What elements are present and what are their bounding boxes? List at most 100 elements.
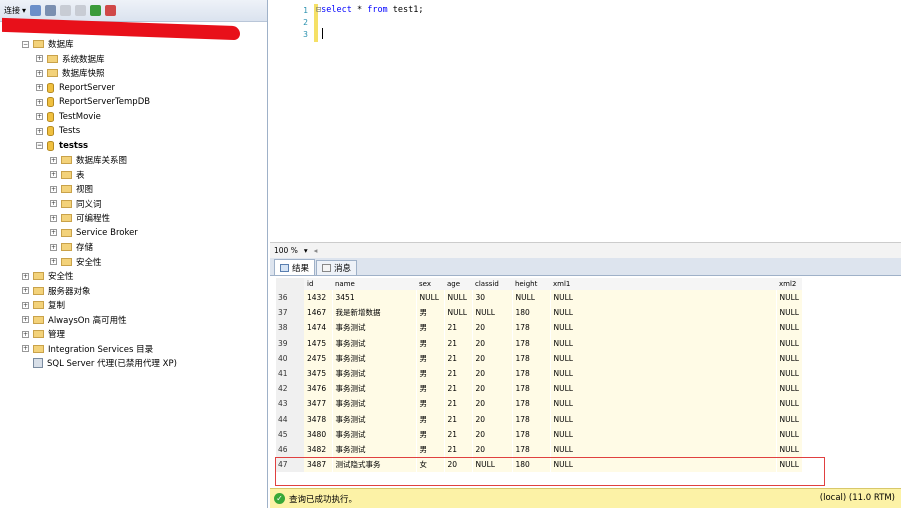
activity-monitor-icon[interactable]: [105, 5, 117, 16]
expand-icon[interactable]: +: [22, 345, 29, 353]
tree-item[interactable]: + ReportServerTempDB: [0, 95, 266, 110]
table-cell[interactable]: 21: [444, 426, 473, 442]
table-row[interactable]: 46 3482 事务测试男 21 20 178 NULL NULL: [276, 441, 803, 458]
table-cell[interactable]: 20: [472, 335, 513, 351]
table-cell[interactable]: 178: [512, 426, 551, 442]
table-cell[interactable]: 3476: [304, 381, 333, 397]
zoom-select[interactable]: 100 %: [274, 246, 298, 255]
expand-icon[interactable]: +: [50, 200, 57, 208]
table-cell[interactable]: 事务测试: [332, 365, 417, 382]
table-cell[interactable]: 3451: [332, 290, 417, 306]
expand-icon[interactable]: +: [22, 316, 29, 324]
tree-item[interactable]: + 系统数据库: [0, 52, 266, 67]
table-cell[interactable]: 事务测试: [332, 411, 417, 427]
column-header[interactable]: xml2: [776, 278, 802, 290]
table-cell[interactable]: NULL: [416, 290, 445, 306]
disconnect-icon[interactable]: [45, 5, 57, 16]
table-cell[interactable]: 20: [472, 320, 513, 336]
table-cell[interactable]: 3478: [304, 411, 333, 427]
table-cell[interactable]: NULL: [550, 396, 777, 412]
table-cell[interactable]: 事务测试: [332, 350, 417, 366]
tree-item[interactable]: + 服务器对象: [0, 284, 266, 299]
table-cell[interactable]: 21: [444, 365, 473, 382]
table-cell[interactable]: NULL: [550, 441, 777, 458]
table-cell[interactable]: NULL: [550, 290, 777, 306]
tree-item[interactable]: + TestMovie: [0, 110, 266, 125]
table-cell[interactable]: 3477: [304, 396, 333, 412]
chevron-down-icon[interactable]: ▾: [304, 246, 308, 255]
tree-item[interactable]: − testss: [0, 139, 266, 154]
expand-icon[interactable]: +: [22, 330, 29, 338]
tab-messages[interactable]: 消息: [316, 260, 358, 275]
table-cell[interactable]: NULL: [550, 381, 777, 397]
table-cell[interactable]: 男: [416, 441, 445, 458]
table-cell[interactable]: NULL: [472, 305, 513, 321]
tree-item[interactable]: + 数据库快照: [0, 66, 266, 81]
connect-button[interactable]: 连接 ▾: [4, 5, 26, 16]
table-cell[interactable]: 1474: [304, 320, 333, 336]
table-cell[interactable]: NULL: [776, 411, 803, 427]
table-cell[interactable]: 事务测试: [332, 396, 417, 412]
table-cell[interactable]: NULL: [776, 396, 803, 412]
table-cell[interactable]: NULL: [550, 320, 777, 336]
table-cell[interactable]: 男: [416, 305, 445, 321]
table-cell[interactable]: 20: [472, 350, 513, 366]
expand-icon[interactable]: +: [22, 301, 29, 309]
column-header[interactable]: id: [304, 278, 332, 290]
row-number[interactable]: 38: [276, 320, 304, 336]
table-cell[interactable]: NULL: [550, 335, 777, 351]
table-row[interactable]: 36 1432 3451 NULL NULL 30 NULL NULL NULL: [276, 290, 803, 306]
expand-icon[interactable]: +: [36, 84, 43, 92]
tree-item[interactable]: + 同义词: [0, 197, 266, 212]
row-number[interactable]: 46: [276, 441, 304, 458]
table-cell[interactable]: 男: [416, 381, 445, 397]
table-cell[interactable]: 男: [416, 411, 445, 427]
table-cell[interactable]: 30: [472, 290, 513, 306]
tree-item[interactable]: + 视图: [0, 182, 266, 197]
table-row[interactable]: 39 1475 事务测试男 21 20 178 NULL NULL: [276, 335, 803, 351]
table-cell[interactable]: NULL: [444, 290, 473, 306]
table-cell[interactable]: 21: [444, 411, 473, 427]
table-cell[interactable]: NULL: [776, 335, 803, 351]
tree-item[interactable]: − 数据库: [0, 37, 266, 52]
table-cell[interactable]: 3480: [304, 426, 333, 442]
connect-object-explorer-icon[interactable]: [30, 5, 42, 16]
results-grid[interactable]: id name sex age classid height xml1 xml2…: [276, 278, 803, 473]
column-header[interactable]: name: [332, 278, 416, 290]
table-cell[interactable]: NULL: [776, 305, 803, 321]
table-cell[interactable]: 1475: [304, 335, 333, 351]
row-number-header[interactable]: [276, 278, 304, 290]
expand-icon[interactable]: +: [50, 214, 57, 222]
table-cell[interactable]: NULL: [444, 305, 473, 321]
tree-item[interactable]: SQL Server 代理(已禁用代理 XP): [0, 356, 266, 371]
table-cell[interactable]: NULL: [550, 350, 777, 366]
table-cell[interactable]: 事务测试: [332, 426, 417, 442]
table-cell[interactable]: 21: [444, 441, 473, 458]
stop-icon[interactable]: [60, 5, 72, 16]
table-row[interactable]: 45 3480 事务测试男 21 20 178 NULL NULL: [276, 426, 803, 442]
table-row[interactable]: 42 3476 事务测试男 21 20 178 NULL NULL: [276, 381, 803, 397]
column-header[interactable]: age: [444, 278, 472, 290]
table-cell[interactable]: 178: [512, 335, 551, 351]
table-cell[interactable]: NULL: [776, 350, 803, 366]
column-header[interactable]: xml1: [550, 278, 776, 290]
expand-icon[interactable]: +: [50, 171, 57, 179]
table-row[interactable]: 44 3478 事务测试男 21 20 178 NULL NULL: [276, 411, 803, 427]
column-header[interactable]: sex: [416, 278, 444, 290]
table-cell[interactable]: 178: [512, 396, 551, 412]
table-cell[interactable]: NULL: [776, 381, 803, 397]
tree-item[interactable]: + Service Broker: [0, 226, 266, 241]
table-cell[interactable]: NULL: [550, 305, 777, 321]
tree-item[interactable]: + 表: [0, 168, 266, 183]
row-number[interactable]: 45: [276, 426, 304, 442]
table-cell[interactable]: 178: [512, 350, 551, 366]
table-cell[interactable]: 男: [416, 335, 445, 351]
expand-icon[interactable]: +: [50, 243, 57, 251]
tree-item[interactable]: + Integration Services 目录: [0, 342, 266, 357]
table-row[interactable]: 43 3477 事务测试男 21 20 178 NULL NULL: [276, 396, 803, 412]
table-cell[interactable]: 178: [512, 381, 551, 397]
table-cell[interactable]: 20: [472, 365, 513, 382]
refresh-icon[interactable]: [90, 5, 102, 16]
table-cell[interactable]: NULL: [776, 441, 803, 458]
tree-item[interactable]: + 管理: [0, 327, 266, 342]
